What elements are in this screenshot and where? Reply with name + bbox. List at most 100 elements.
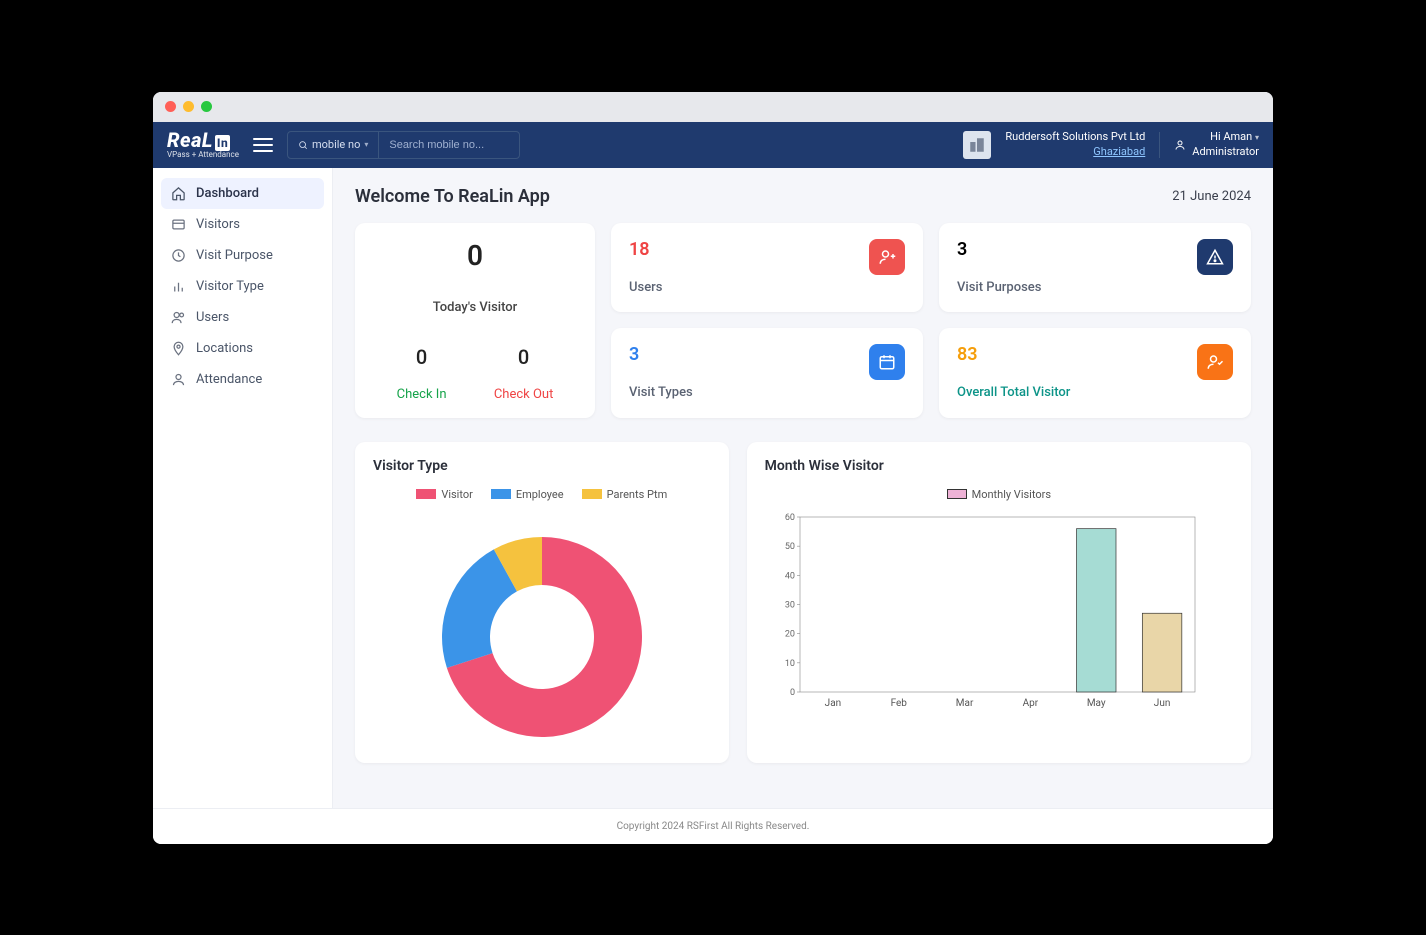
bar-may xyxy=(1076,528,1116,691)
sidebar-item-label: Visit Purpose xyxy=(196,248,273,263)
minimize-dot[interactable] xyxy=(183,101,194,112)
user-icon xyxy=(1174,139,1186,151)
user-plus-icon xyxy=(869,239,905,275)
svg-text:30: 30 xyxy=(784,600,794,610)
user-greeting: Hi Aman xyxy=(1210,130,1252,143)
sidebar-item-locations[interactable]: Locations xyxy=(161,333,324,364)
svg-text:Apr: Apr xyxy=(1022,698,1038,709)
sidebar-item-attendance[interactable]: Attendance xyxy=(161,364,324,395)
sidebar-item-label: Visitor Type xyxy=(196,279,264,294)
home-icon xyxy=(171,186,186,201)
bar-chart: 0 10 20 30 40 50 60 Jan Feb Mar Apr May Jun xyxy=(765,507,1205,727)
footer: Copyright 2024 RSFirst All Rights Reserv… xyxy=(153,808,1273,844)
stat-value: 18 xyxy=(629,239,662,260)
legend-swatch xyxy=(947,489,967,499)
stat-label: Users xyxy=(629,280,662,295)
svg-text:40: 40 xyxy=(784,571,794,581)
clock-icon xyxy=(171,248,186,263)
donut-chart xyxy=(412,507,672,747)
user-menu[interactable]: Hi Aman ▾ Administrator xyxy=(1174,130,1259,159)
maximize-dot[interactable] xyxy=(201,101,212,112)
legend-label: Parents Ptm xyxy=(607,488,668,501)
logo-subtitle: VPass + Attendance xyxy=(167,150,239,159)
sidebar-item-label: Users xyxy=(196,310,229,325)
bars-icon xyxy=(171,279,186,294)
svg-text:Jun: Jun xyxy=(1153,698,1170,709)
legend-label: Visitor xyxy=(441,488,473,501)
org-name: Ruddersoft Solutions Pvt Ltd xyxy=(1005,130,1145,144)
search-bar: mobile no ▾ xyxy=(287,131,520,159)
person-icon xyxy=(171,372,186,387)
search-input[interactable] xyxy=(379,139,519,151)
page-date: 21 June 2024 xyxy=(1172,189,1251,204)
calendar-icon xyxy=(869,344,905,380)
legend-swatch xyxy=(582,489,602,499)
search-mode-dropdown[interactable]: mobile no ▾ xyxy=(288,132,379,158)
user-check-icon xyxy=(1197,344,1233,380)
sidebar-item-visit-purpose[interactable]: Visit Purpose xyxy=(161,240,324,271)
today-visitor-card: 0 Today's Visitor 0 Check In 0 Check Out xyxy=(355,223,595,418)
stat-card-visit-purposes: 3 Visit Purposes xyxy=(939,223,1251,313)
org-block: Ruddersoft Solutions Pvt Ltd Ghaziabad xyxy=(1005,130,1145,159)
visitor-type-chart-card: Visitor Type VisitorEmployeeParents Ptm xyxy=(355,442,729,763)
sidebar: Dashboard Visitors Visit Purpose Visitor Ty… xyxy=(153,168,333,808)
stat-label: Visit Purposes xyxy=(957,280,1041,295)
svg-text:Jan: Jan xyxy=(824,698,840,709)
building-icon xyxy=(963,131,991,159)
divider xyxy=(1159,132,1160,158)
svg-text:50: 50 xyxy=(784,542,794,552)
svg-text:Mar: Mar xyxy=(955,698,973,709)
window-titlebar xyxy=(153,92,1273,122)
search-mode-label: mobile no xyxy=(312,138,360,151)
month-wise-chart-card: Month Wise Visitor Monthly Visitors 0 10 2… xyxy=(747,442,1251,763)
sidebar-item-visitors[interactable]: Visitors xyxy=(161,209,324,240)
legend-label: Monthly Visitors xyxy=(972,488,1051,501)
sidebar-item-label: Attendance xyxy=(196,372,262,387)
sidebar-item-visitor-type[interactable]: Visitor Type xyxy=(161,271,324,302)
chevron-down-icon: ▾ xyxy=(364,140,368,149)
card-icon xyxy=(171,217,186,232)
legend-swatch xyxy=(491,489,511,499)
org-location-link[interactable]: Ghaziabad xyxy=(1093,145,1145,158)
user-role: Administrator xyxy=(1192,145,1259,159)
page-title: Welcome To ReaLin App xyxy=(355,186,550,207)
stat-label: Overall Total Visitor xyxy=(957,385,1070,400)
sidebar-item-label: Visitors xyxy=(196,217,240,232)
stat-card-users: 18 Users xyxy=(611,223,923,313)
today-visitor-count: 0 xyxy=(373,239,577,272)
users-icon xyxy=(171,310,186,325)
checkin-label: Check In xyxy=(397,387,447,402)
sidebar-item-label: Dashboard xyxy=(196,186,259,201)
sidebar-item-users[interactable]: Users xyxy=(161,302,324,333)
stat-label: Visit Types xyxy=(629,385,693,400)
logo: ReaLIn VPass + Attendance xyxy=(167,130,239,159)
checkin-count: 0 xyxy=(397,345,447,369)
svg-text:May: May xyxy=(1086,698,1105,709)
chevron-down-icon: ▾ xyxy=(1255,133,1259,142)
topbar: ReaLIn VPass + Attendance mobile no ▾ Ru… xyxy=(153,122,1273,168)
bar-chart-title: Month Wise Visitor xyxy=(765,458,1233,474)
sidebar-item-dashboard[interactable]: Dashboard xyxy=(161,178,324,209)
svg-text:0: 0 xyxy=(790,688,795,698)
stat-card-visit-types: 3 Visit Types xyxy=(611,328,923,418)
menu-toggle-button[interactable] xyxy=(253,138,273,152)
stat-value: 3 xyxy=(629,344,693,365)
stat-card-overall-total-visitor: 83 Overall Total Visitor xyxy=(939,328,1251,418)
warning-icon xyxy=(1197,239,1233,275)
logo-text: ReaL xyxy=(167,128,213,152)
svg-text:Feb: Feb xyxy=(890,698,907,709)
close-dot[interactable] xyxy=(165,101,176,112)
svg-text:60: 60 xyxy=(784,513,794,523)
bar-legend: Monthly Visitors xyxy=(765,488,1233,501)
bar-jun xyxy=(1142,613,1182,692)
donut-legend: Visitor Employee Parents Ptm xyxy=(373,488,711,501)
legend-label: Employee xyxy=(516,488,564,501)
sidebar-item-label: Locations xyxy=(196,341,253,356)
svg-text:20: 20 xyxy=(784,629,794,639)
checkout-count: 0 xyxy=(494,345,554,369)
stat-value: 83 xyxy=(957,344,1070,365)
pin-icon xyxy=(171,341,186,356)
today-visitor-label: Today's Visitor xyxy=(373,300,577,315)
stat-value: 3 xyxy=(957,239,1041,260)
svg-text:10: 10 xyxy=(784,658,794,668)
